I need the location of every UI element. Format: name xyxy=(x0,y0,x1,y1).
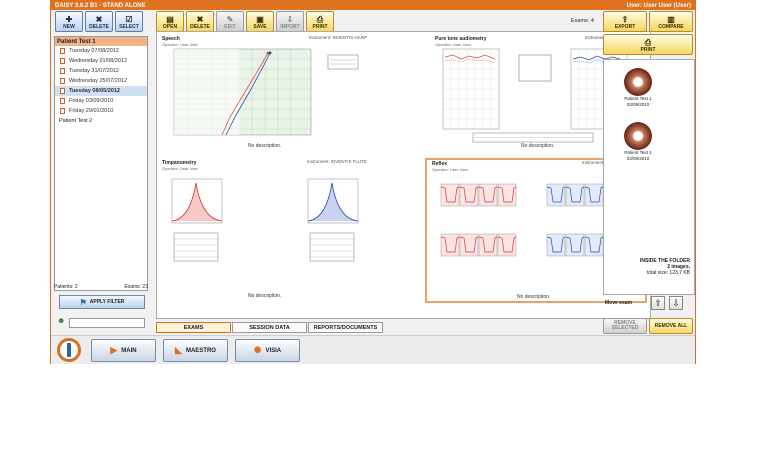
filter-input[interactable] xyxy=(69,318,145,328)
bottom-tabs: EXAMS SESSION DATA REPORTS/DOCUMENTS xyxy=(156,322,383,333)
exam-workspace: Speech Instrument: INVENTIS HARP Operato… xyxy=(156,31,651,319)
print-exam-button[interactable]: ⎙ PRINT xyxy=(306,11,334,32)
speech-panel[interactable]: Speech Instrument: INVENTIS HARP Operato… xyxy=(159,34,371,154)
speech-chart xyxy=(173,48,359,136)
patients-count: Patients: 2 xyxy=(54,284,78,290)
nav-maestro-button[interactable]: ◣ MAESTRO xyxy=(163,339,228,362)
tab-exams[interactable]: EXAMS xyxy=(156,322,231,333)
open-button[interactable]: ▤ OPEN xyxy=(156,11,184,32)
document-icon xyxy=(60,108,65,114)
title-bar: DAISY 3.6.2 B1 - STAND ALONE User: User … xyxy=(51,1,695,10)
tympanogram-chart xyxy=(171,178,359,262)
save-icon: ▣ xyxy=(256,15,264,24)
delete-patient-button[interactable]: ✖ DELETE xyxy=(85,11,113,32)
import-button[interactable]: ⇩ IMPORT xyxy=(276,11,304,32)
image-gallery: Patient Test 1 03/09/2010 Patient Test 1… xyxy=(603,59,695,295)
delete-icon: ✖ xyxy=(196,15,204,24)
select-icon: ☑ xyxy=(125,15,133,24)
patient-toolbar: ✚ NEW ✖ DELETE ☑ SELECT xyxy=(55,11,143,34)
filter-icon: ⚑ xyxy=(79,297,87,307)
print-icon: ⎙ xyxy=(316,15,324,24)
export-button[interactable]: ⇪ EXPORT xyxy=(603,11,647,32)
print-button[interactable]: ⎙ PRINT xyxy=(603,34,693,55)
document-icon xyxy=(60,78,65,84)
export-icon: ⇪ xyxy=(621,15,629,24)
document-icon xyxy=(60,88,65,94)
app-window: DAISY 3.6.2 B1 - STAND ALONE User: User … xyxy=(50,0,696,364)
exam-item[interactable]: Wednesday 01/08/2012 xyxy=(55,56,147,66)
tab-session-data[interactable]: SESSION DATA xyxy=(232,322,307,333)
move-exam-row: Move exam ⇧ ⇩ xyxy=(603,296,695,318)
nav-visia-button[interactable]: ✺ VISIA xyxy=(235,339,300,362)
otoscope-image xyxy=(624,68,652,96)
delete-icon: ✖ xyxy=(95,15,103,24)
app-title: DAISY 3.6.2 B1 - STAND ALONE xyxy=(55,2,146,9)
list-counts: Patients: 2 Exams: 23 xyxy=(54,284,148,290)
app-logo xyxy=(57,338,81,362)
nav-main-button[interactable]: ▶ MAIN xyxy=(91,339,156,362)
exam-item[interactable]: Friday 29/01/2010 xyxy=(55,106,147,116)
select-button[interactable]: ☑ SELECT xyxy=(115,11,143,32)
otoscope-image xyxy=(624,122,652,150)
move-down-button[interactable]: ⇩ xyxy=(669,296,683,310)
exams-total: Exams: 23 xyxy=(124,284,148,290)
delete-exam-button[interactable]: ✖ DELETE xyxy=(186,11,214,32)
user-label: User: User User (User) xyxy=(626,2,691,9)
image-thumbnail[interactable]: Patient Test 1 03/09/2010 xyxy=(618,68,658,108)
tympanometry-panel[interactable]: Timpanometry Instrument: INVENTIS FLUTE … xyxy=(159,158,371,303)
patient-item[interactable]: Patient Test 1 xyxy=(55,37,147,46)
main-icon: ▶ xyxy=(110,345,118,355)
exam-item[interactable]: Wednesday 25/07/2012 xyxy=(55,76,147,86)
exam-item[interactable]: Tuesday 07/08/2012 xyxy=(55,46,147,56)
patient-item[interactable]: Patient Test 2 xyxy=(55,116,147,125)
module-navigation: ▶ MAIN ◣ MAESTRO ✺ VISIA xyxy=(51,335,695,364)
tab-reports-documents[interactable]: REPORTS/DOCUMENTS xyxy=(308,322,383,333)
document-icon xyxy=(60,48,65,54)
move-up-button[interactable]: ⇧ xyxy=(651,296,665,310)
compare-icon: ▥ xyxy=(667,15,675,24)
new-icon: ✚ xyxy=(65,15,73,24)
remove-selected-button[interactable]: REMOVE SELECTED xyxy=(603,318,647,334)
arrow-up-icon: ⇧ xyxy=(654,297,662,308)
right-panel: ⇪ EXPORT ▥ COMPARE ⎙ PRINT Patient Test 1 0… xyxy=(603,11,695,334)
remove-all-button[interactable]: REMOVE ALL xyxy=(649,318,693,334)
exam-item[interactable]: Tuesday 31/07/2012 xyxy=(55,66,147,76)
import-icon: ⇩ xyxy=(286,15,294,24)
patient-list: Patient Test 1 Tuesday 07/08/2012 Wednes… xyxy=(54,36,148,291)
document-icon xyxy=(60,68,65,74)
document-icon xyxy=(60,58,65,64)
compare-button[interactable]: ▥ COMPARE xyxy=(649,11,693,32)
maestro-icon: ◣ xyxy=(175,345,182,355)
open-icon: ▤ xyxy=(166,15,174,24)
save-button[interactable]: ▣ SAVE xyxy=(246,11,274,32)
visia-icon: ✺ xyxy=(253,345,262,355)
image-thumbnail[interactable]: Patient Test 1 03/09/2010 xyxy=(618,122,658,162)
edit-icon: ✎ xyxy=(226,15,234,24)
document-icon xyxy=(60,98,65,104)
edit-button[interactable]: ✎ EDIT xyxy=(216,11,244,32)
exam-item[interactable]: Friday 03/09/2010 xyxy=(55,96,147,106)
exam-item-selected[interactable]: Tuesday 08/05/2012 xyxy=(55,86,147,96)
arrow-down-icon: ⇩ xyxy=(672,297,680,308)
folder-info: INSIDE THE FOLDER 2 images, total size: … xyxy=(639,258,690,276)
new-button[interactable]: ✚ NEW xyxy=(55,11,83,32)
people-search-icon: ☻ xyxy=(57,316,66,325)
exams-count: Exams: 4 xyxy=(571,18,594,24)
apply-filter-button[interactable]: ⚑ APPLY FILTER xyxy=(59,295,145,309)
print-icon: ⎙ xyxy=(644,38,652,47)
